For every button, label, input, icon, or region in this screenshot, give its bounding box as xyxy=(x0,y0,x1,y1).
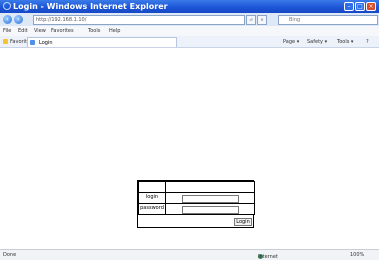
url-input[interactable]: http://192.168.1.10/ xyxy=(33,15,245,25)
menu-file[interactable]: File xyxy=(3,28,11,34)
password-cell xyxy=(165,203,255,215)
go-button[interactable]: ⏎ xyxy=(246,15,256,25)
tab-title: Login xyxy=(39,40,53,46)
stop-button[interactable]: × xyxy=(257,15,267,25)
menu-help[interactable]: Help xyxy=(109,28,120,34)
zone-label: Internet xyxy=(258,254,278,260)
favorites-bar: Favorites Login Page ▾ Safety ▾ Tools ▾ … xyxy=(0,36,379,48)
close-button[interactable]: × xyxy=(366,2,376,11)
page-icon xyxy=(30,40,35,45)
safety-menu[interactable]: Safety ▾ xyxy=(307,39,327,45)
search-input[interactable]: Bing xyxy=(278,15,378,25)
login-input[interactable] xyxy=(182,195,239,203)
status-bar: Done Internet 100% xyxy=(0,249,379,260)
back-icon[interactable]: ‹ xyxy=(3,15,12,24)
window-title: Login - Windows Internet Explorer xyxy=(13,2,168,11)
login-form: login password Login xyxy=(137,180,255,228)
forward-icon[interactable]: › xyxy=(14,15,23,24)
menu-view[interactable]: View xyxy=(34,28,46,34)
address-bar: ‹ › http://192.168.1.10/ ⏎ × Bing xyxy=(0,13,379,27)
menu-tools[interactable]: Tools xyxy=(88,28,100,34)
star-icon xyxy=(3,39,8,44)
menu-edit[interactable]: Edit xyxy=(18,28,28,34)
password-input[interactable] xyxy=(182,206,239,214)
status-text: Done xyxy=(3,252,17,258)
maximize-button[interactable]: □ xyxy=(355,2,365,11)
page-menu[interactable]: Page ▾ xyxy=(283,39,299,45)
password-label: password xyxy=(138,203,166,215)
page-content: login password Login xyxy=(0,48,379,249)
minimize-button[interactable]: – xyxy=(344,2,354,11)
tab-login[interactable]: Login xyxy=(27,37,177,47)
window-titlebar: Login - Windows Internet Explorer – □ × xyxy=(0,0,379,13)
ie-logo-icon xyxy=(3,2,11,10)
zoom-level[interactable]: 100% xyxy=(350,252,364,258)
tools-menu[interactable]: Tools ▾ xyxy=(337,39,353,45)
help-icon[interactable]: ? xyxy=(366,39,369,45)
menu-favorites[interactable]: Favorites xyxy=(51,28,74,34)
window-controls: – □ × xyxy=(344,2,376,11)
login-button[interactable]: Login xyxy=(234,218,252,226)
